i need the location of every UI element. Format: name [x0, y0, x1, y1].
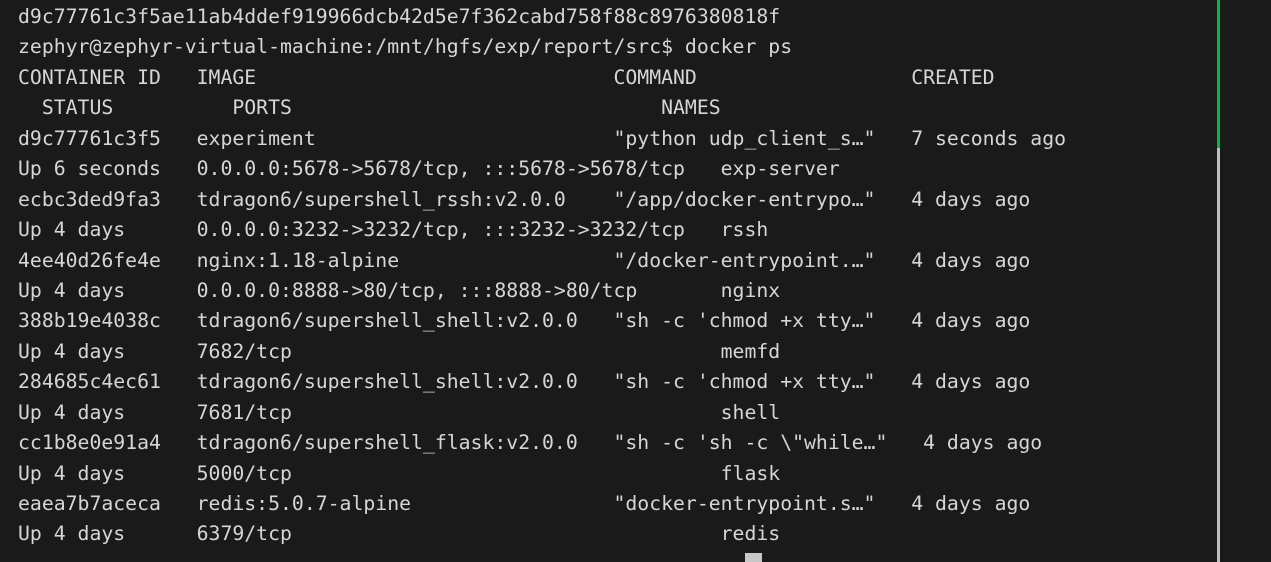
table-row: d9c77761c3f5 experiment "python udp_clie…: [18, 126, 1067, 150]
scrollbar[interactable]: [1217, 0, 1220, 562]
table-row: 4ee40d26fe4e nginx:1.18-alpine "/docker-…: [18, 248, 1031, 272]
table-row: Up 4 days 5000/tcp flask: [18, 461, 781, 485]
table-row: eaea7b7aceca redis:5.0.7-alpine "docker-…: [18, 492, 1031, 515]
table-row: 284685c4ec61 tdragon6/supershell_shell:v…: [18, 370, 1031, 394]
table-row: Up 4 days 0.0.0.0:8888->80/tcp, :::8888-…: [18, 278, 781, 302]
terminal-screen[interactable]: d9c77761c3f5ae11ab4ddef919966dcb42d5e7f3…: [0, 0, 1271, 550]
terminal-window[interactable]: d9c77761c3f5ae11ab4ddef919966dcb42d5e7f3…: [0, 0, 1271, 562]
table-row: Up 4 days 7681/tcp shell: [18, 400, 781, 424]
table-row: 388b19e4038c tdragon6/supershell_shell:v…: [18, 309, 1031, 333]
terminal-line-previous-hash: d9c77761c3f5ae11ab4ddef919966dcb42d5e7f3…: [18, 5, 781, 28]
scrollbar-thumb-active[interactable]: [1217, 0, 1220, 148]
table-row: Up 6 seconds 0.0.0.0:5678->5678/tcp, :::…: [18, 157, 840, 181]
table-row: ecbc3ded9fa3 tdragon6/supershell_rssh:v2…: [18, 187, 1031, 211]
table-row: cc1b8e0e91a4 tdragon6/supershell_flask:v…: [18, 431, 1043, 455]
table-row: Up 4 days 6379/tcp redis: [18, 522, 781, 546]
terminal-line-header-primary: CONTAINER ID IMAGE COMMAND CREATED: [18, 65, 995, 89]
table-row: Up 4 days 7682/tcp memfd: [18, 339, 781, 363]
terminal-line-prompt-command: zephyr@zephyr-virtual-machine:/mnt/hgfs/…: [18, 35, 793, 59]
terminal-line-header-secondary: STATUS PORTS NAMES: [18, 96, 721, 120]
scrollbar-track[interactable]: [1217, 148, 1220, 562]
table-row: Up 4 days 0.0.0.0:3232->3232/tcp, :::323…: [18, 218, 769, 242]
text-cursor: [745, 553, 762, 562]
